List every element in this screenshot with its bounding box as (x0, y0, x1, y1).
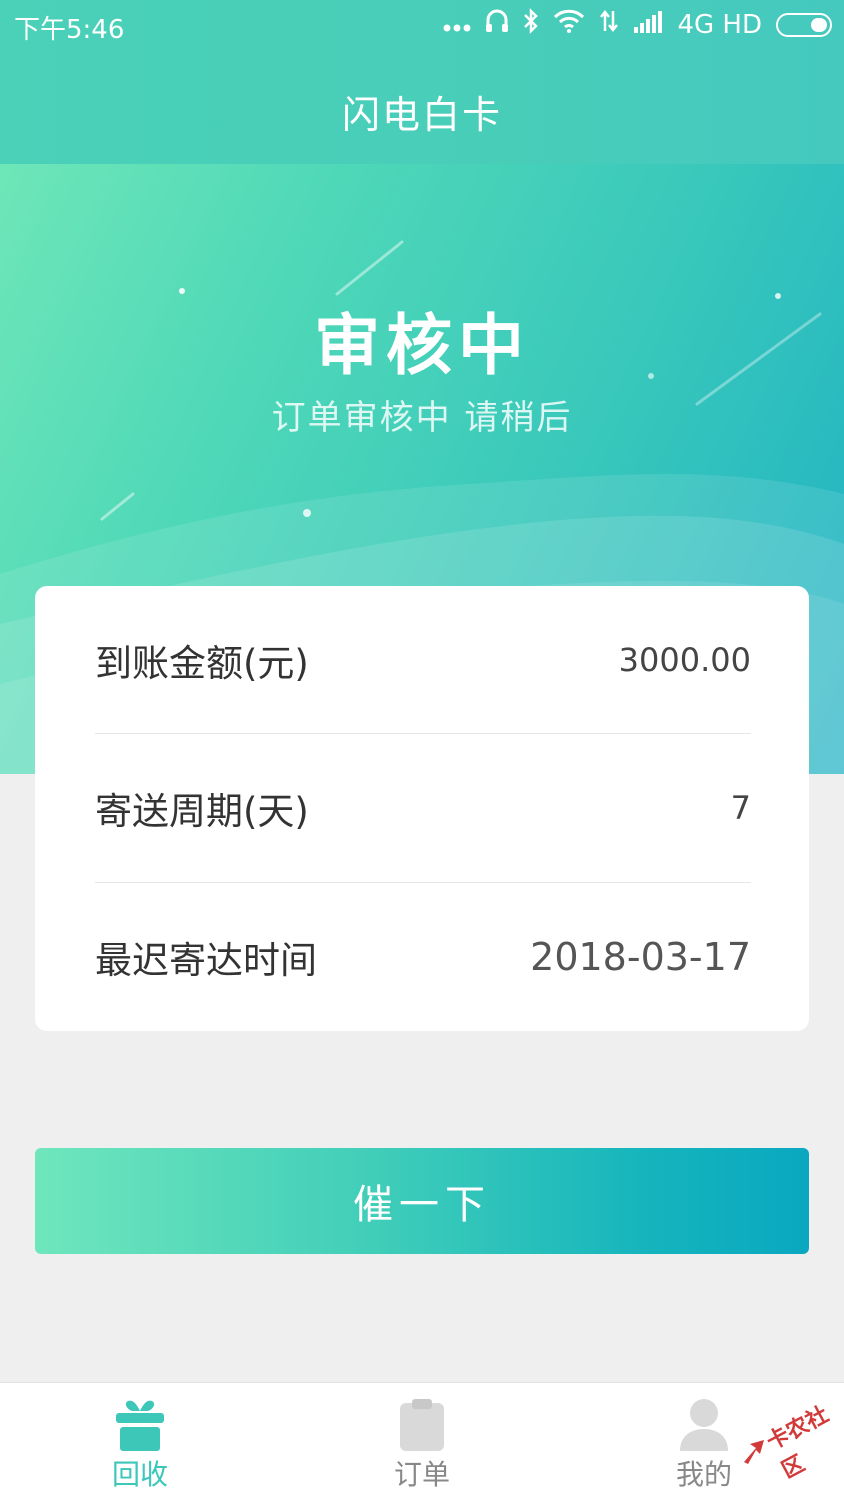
detail-row-deadline: 最迟寄达时间 2018-03-17 (95, 883, 751, 1031)
network-type: 4G HD (677, 9, 762, 40)
gift-box-icon (110, 1397, 170, 1453)
clipboard-icon (392, 1397, 452, 1453)
detail-row-amount: 到账金额(元) 3000.00 (95, 586, 751, 734)
amount-label: 到账金额(元) (95, 642, 309, 685)
status-bar: 下午5:46 4G HD (0, 0, 844, 50)
urge-button[interactable]: 催一下 (35, 1148, 809, 1254)
battery-icon (776, 12, 832, 37)
bluetooth-icon (523, 7, 539, 41)
deadline-value: 2018-03-17 (530, 935, 751, 979)
status-time: 下午5:46 (14, 15, 125, 45)
amount-value: 3000.00 (618, 641, 751, 679)
deadline-label: 最迟寄达时间 (95, 939, 317, 982)
detail-row-shipping-period: 寄送周期(天) 7 (95, 734, 751, 882)
page-title: 闪电白卡 (341, 93, 502, 137)
order-detail-card: 到账金额(元) 3000.00 寄送周期(天) 7 最迟寄达时间 2018-03… (35, 586, 809, 1031)
top-bar: 下午5:46 4G HD 闪电白卡 (0, 0, 844, 164)
tab-recycle-label: 回收 (111, 1458, 168, 1491)
tab-orders-label: 订单 (393, 1458, 450, 1491)
status-icons: 4G HD (443, 7, 832, 41)
shipping-period-value: 7 (730, 789, 751, 827)
status-subtitle: 订单审核中 请稍后 (271, 398, 573, 438)
status-title: 审核中 (314, 307, 530, 384)
tab-bar: 回收 订单 我的 (0, 1382, 844, 1500)
tab-orders[interactable]: 订单 (342, 1383, 502, 1500)
tab-recycle[interactable]: 回收 (60, 1383, 220, 1500)
more-dots-icon (443, 10, 471, 40)
headphone-icon (485, 8, 509, 41)
signal-icon (633, 10, 663, 40)
wifi-icon (553, 9, 585, 40)
data-arrows-icon (599, 9, 619, 40)
shipping-period-label: 寄送周期(天) (95, 790, 309, 833)
user-icon (674, 1397, 734, 1453)
